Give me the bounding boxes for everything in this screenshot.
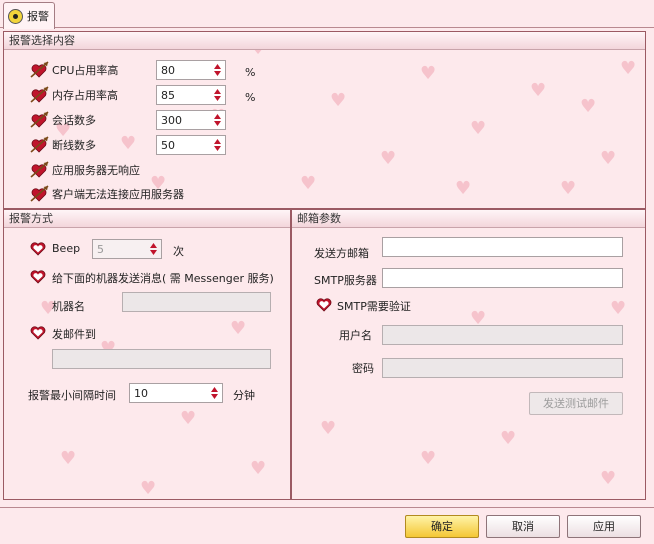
min-interval-stepper[interactable]: 10 [129, 383, 223, 403]
tab-alarm[interactable]: 报警 [3, 2, 55, 29]
arrow-heart-checkbox-icon[interactable] [30, 135, 50, 153]
alarm-item-value: 85 [161, 89, 175, 102]
alarm-item-stepper[interactable]: 300 [156, 110, 226, 130]
username-input[interactable] [382, 325, 623, 345]
stepper-arrows-icon[interactable] [214, 88, 221, 102]
alarm-item-unit: % [245, 66, 256, 79]
messenger-label: 给下面的机器发送消息( 需 Messenger 服务) [52, 272, 274, 285]
alarm-item-label: 客户端无法连接应用服务器 [52, 188, 184, 201]
alarm-item-value: 300 [161, 114, 182, 127]
stepper-arrows-icon[interactable] [214, 63, 221, 77]
arrow-heart-checkbox-icon[interactable] [30, 184, 50, 202]
alarm-item-stepper[interactable]: 80 [156, 60, 226, 80]
min-interval-unit: 分钟 [233, 389, 255, 402]
mail-to-label: 发邮件到 [52, 328, 96, 341]
messenger-checkbox-heart-icon[interactable] [30, 270, 46, 284]
stepper-arrows-icon[interactable] [150, 242, 157, 256]
alarm-item-label: CPU占用率高 [52, 64, 119, 77]
beep-count-value: 5 [97, 243, 104, 256]
tab-bar: 报警 [0, 0, 654, 29]
mail-to-input[interactable] [52, 349, 271, 369]
apply-button[interactable]: 应用 [567, 515, 641, 538]
username-label: 用户名 [339, 329, 372, 342]
alarm-item-label: 应用服务器无响应 [52, 164, 140, 177]
ok-button[interactable]: 确定 [405, 515, 479, 538]
footer-divider [0, 507, 654, 508]
stepper-arrows-icon[interactable] [214, 113, 221, 127]
machine-name-label: 机器名 [52, 300, 85, 313]
alarm-item-value: 50 [161, 139, 175, 152]
alarm-item-label: 会话数多 [52, 114, 96, 127]
alarm-item-label: 断线数多 [52, 139, 96, 152]
alarm-item-stepper[interactable]: 85 [156, 85, 226, 105]
min-interval-value: 10 [134, 387, 148, 400]
sender-email-input[interactable] [382, 237, 623, 257]
tab-label: 报警 [27, 10, 49, 23]
smtp-auth-label: SMTP需要验证 [337, 300, 411, 313]
sender-label: 发送方邮箱 [314, 247, 369, 260]
mail-params-title: 邮箱参数 [292, 210, 645, 228]
send-test-mail-button[interactable]: 发送测试邮件 [529, 392, 623, 415]
mail-to-checkbox-heart-icon[interactable] [30, 326, 46, 340]
alarm-item-value: 80 [161, 64, 175, 77]
beep-unit: 次 [173, 245, 184, 258]
min-interval-label: 报警最小间隔时间 [28, 389, 116, 402]
alarm-item-unit: % [245, 91, 256, 104]
beep-label: Beep [52, 242, 81, 255]
password-label: 密码 [352, 362, 374, 375]
smtp-server-label: SMTP服务器 [314, 274, 377, 287]
arrow-heart-checkbox-icon[interactable] [30, 60, 50, 78]
alarm-item-stepper[interactable]: 50 [156, 135, 226, 155]
alarm-content-group: 报警选择内容 [3, 31, 646, 209]
arrow-heart-checkbox-icon[interactable] [30, 110, 50, 128]
password-input[interactable] [382, 358, 623, 378]
beep-checkbox-heart-icon[interactable] [30, 242, 46, 256]
beep-count-stepper[interactable]: 5 [92, 239, 162, 259]
smtp-server-input[interactable] [382, 268, 623, 288]
radiation-icon [8, 8, 23, 24]
alarm-method-title: 报警方式 [4, 210, 290, 228]
alarm-content-title: 报警选择内容 [4, 32, 645, 50]
arrow-heart-checkbox-icon[interactable] [30, 160, 50, 178]
arrow-heart-checkbox-icon[interactable] [30, 85, 50, 103]
smtp-auth-checkbox-heart-icon[interactable] [316, 298, 332, 312]
cancel-button[interactable]: 取消 [486, 515, 560, 538]
stepper-arrows-icon[interactable] [211, 386, 218, 400]
stepper-arrows-icon[interactable] [214, 138, 221, 152]
alarm-item-label: 内存占用率高 [52, 89, 118, 102]
machine-name-input[interactable] [122, 292, 271, 312]
